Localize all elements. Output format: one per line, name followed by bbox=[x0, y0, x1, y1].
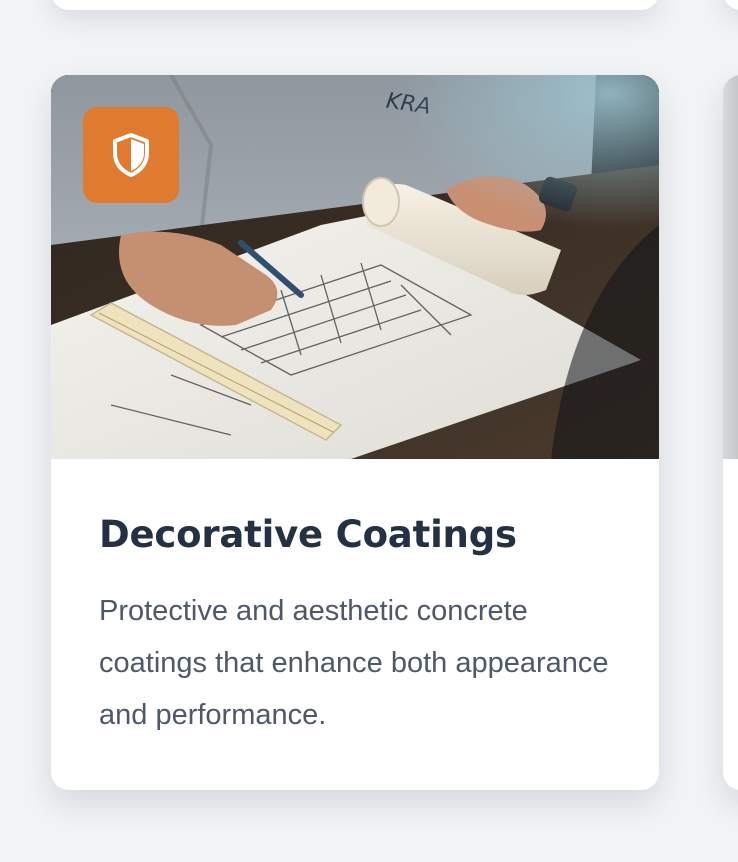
services-carousel: KRA bbox=[0, 0, 738, 862]
shield-icon bbox=[113, 133, 149, 177]
service-card-title[interactable]: Decorative Coatings bbox=[99, 511, 611, 559]
previous-card-edge-right[interactable] bbox=[723, 0, 738, 10]
service-badge bbox=[83, 107, 179, 203]
next-card-edge[interactable] bbox=[723, 75, 738, 790]
next-card-image bbox=[723, 75, 738, 459]
previous-card-edge[interactable] bbox=[51, 0, 659, 10]
service-card-image: KRA bbox=[51, 75, 659, 459]
service-card-body: Decorative Coatings Protective and aesth… bbox=[51, 459, 659, 741]
service-card-description: Protective and aesthetic concrete coatin… bbox=[99, 595, 609, 731]
service-card[interactable]: KRA bbox=[51, 75, 659, 790]
